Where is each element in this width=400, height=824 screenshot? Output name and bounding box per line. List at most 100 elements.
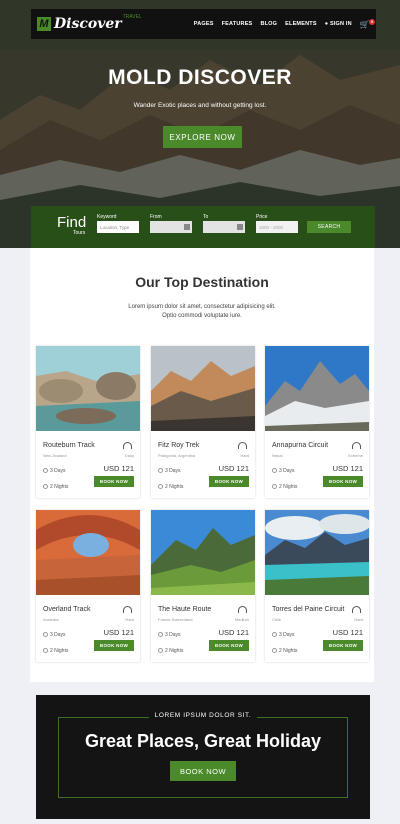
destination-card: The Haute Route France-Switzerland Mediu… [151,510,255,662]
card-nights: 2 Nights [158,648,183,654]
cart-badge: 0 [369,18,375,25]
to-label: To [203,214,209,220]
card-price: USD 121 [103,628,134,637]
section-title: Our Top Destination [135,274,269,290]
logo-tag: TRAVEL [122,14,142,20]
card-nights: 2 Nights [43,648,68,654]
cart-icon[interactable]: 🛒 0 [360,18,375,29]
card-difficulty: Medium [234,617,249,622]
destination-card: Routeburn Track New Zealand Easy 3 Days … [36,346,140,498]
logo-text[interactable]: Discover [54,16,122,32]
menu-item-blog[interactable]: BLOG [260,21,277,27]
find-title: Find [57,214,87,231]
card-title[interactable]: Torres del Paine Circuit [272,606,344,613]
card-image[interactable] [36,510,140,595]
keyword-label: Keyword [97,214,117,220]
card-location: Chile [272,617,282,622]
user-icon: ● [324,21,329,27]
menu-item-features[interactable]: FEATURES [222,21,253,27]
signin-link[interactable]: ● SIGN IN [325,21,352,27]
gauge-icon [238,606,247,613]
card-location: France-Switzerland [158,617,193,622]
card-location: Patagonia, Argentina [158,453,196,458]
book-now-button[interactable]: BOOK NOW [94,640,134,651]
card-price: USD 121 [332,464,363,473]
section-description: Lorem ipsum dolor sit amet, consectetur … [128,304,276,319]
price-select[interactable]: 1000 - 2000 [256,221,298,233]
card-price: USD 121 [218,628,249,637]
card-difficulty: Extreme [348,453,363,458]
card-price: USD 121 [332,628,363,637]
destination-card: Fitz Roy Trek Patagonia, Argentina Hard … [151,346,255,498]
card-title[interactable]: Routeburn Track [43,442,95,449]
gauge-icon [352,442,361,449]
menu-item-elements[interactable]: ELEMENTS [285,21,317,27]
hero-title: MOLD DISCOVER [108,66,292,89]
promo-label: LOREM IPSUM DOLOR SIT. [36,712,370,719]
card-location: New Zealand [43,453,67,458]
card-location: Nepal [272,453,283,458]
card-days: 3 Days [272,632,295,638]
clock-icon [43,632,48,638]
card-nights: 2 Nights [158,484,183,490]
main-menu: PAGES FEATURES BLOG ELEMENTS ● SIGN IN 🛒… [194,18,375,29]
keyword-input[interactable]: Location, Type [97,221,139,233]
card-difficulty: Easy [125,453,134,458]
card-days: 3 Days [158,632,181,638]
clock-icon [272,632,277,638]
card-title[interactable]: Fitz Roy Trek [158,442,199,449]
card-days: 3 Days [43,468,66,474]
book-now-button[interactable]: BOOK NOW [209,640,249,651]
card-image[interactable] [265,510,369,595]
destination-card: Overland Track Australia Hard 3 Days 2 N… [36,510,140,662]
destinations-section: Our Top Destination Lorem ipsum dolor si… [30,248,374,682]
card-image[interactable] [151,346,255,431]
moon-icon [43,648,48,654]
gauge-icon [123,442,132,449]
card-image[interactable] [36,346,140,431]
card-title[interactable]: Overland Track [43,606,90,613]
card-title[interactable]: Annapurna Circuit [272,442,328,449]
card-difficulty: Hard [354,617,363,622]
promo-title: Great Places, Great Holiday [84,731,322,751]
card-location: Australia [43,617,59,622]
menu-item-pages[interactable]: PAGES [194,21,214,27]
card-image[interactable] [151,510,255,595]
clock-icon [43,468,48,474]
card-title[interactable]: The Haute Route [158,606,211,613]
moon-icon [272,648,277,654]
to-date-input[interactable] [203,221,245,233]
card-nights: 2 Nights [272,484,297,490]
book-now-button[interactable]: BOOK NOW [94,476,134,487]
book-now-button[interactable]: BOOK NOW [323,640,363,651]
calendar-icon [237,224,243,230]
from-label: From [150,214,162,220]
clock-icon [158,468,163,474]
price-label: Price [256,214,268,220]
gauge-icon [238,442,247,449]
moon-icon [43,484,48,490]
explore-now-button[interactable]: EXPLORE NOW [163,126,242,148]
card-price: USD 121 [103,464,134,473]
book-now-button[interactable]: BOOK NOW [323,476,363,487]
book-now-button[interactable]: BOOK NOW [209,476,249,487]
find-tours-bar: Find Tours Keyword Location, Type From T… [31,206,375,248]
logo-icon[interactable]: M [37,17,51,31]
moon-icon [158,484,163,490]
moon-icon [158,648,163,654]
top-navbar: M Discover TRAVEL PAGES FEATURES BLOG EL… [31,9,376,39]
find-subtitle: Tours [73,230,86,236]
search-button[interactable]: SEARCH [307,221,351,233]
card-days: 3 Days [272,468,295,474]
hero-subtitle: Wander Exotic places and without getting… [133,102,267,109]
card-days: 3 Days [158,468,181,474]
promo-frame [58,717,348,798]
calendar-icon [184,224,190,230]
clock-icon [158,632,163,638]
card-image[interactable] [265,346,369,431]
gauge-icon [123,606,132,613]
promo-book-now-button[interactable]: BOOK NOW [170,761,236,781]
from-date-input[interactable] [150,221,192,233]
card-difficulty: Hard [240,453,249,458]
destination-card: Annapurna Circuit Nepal Extreme 3 Days 2… [265,346,369,498]
